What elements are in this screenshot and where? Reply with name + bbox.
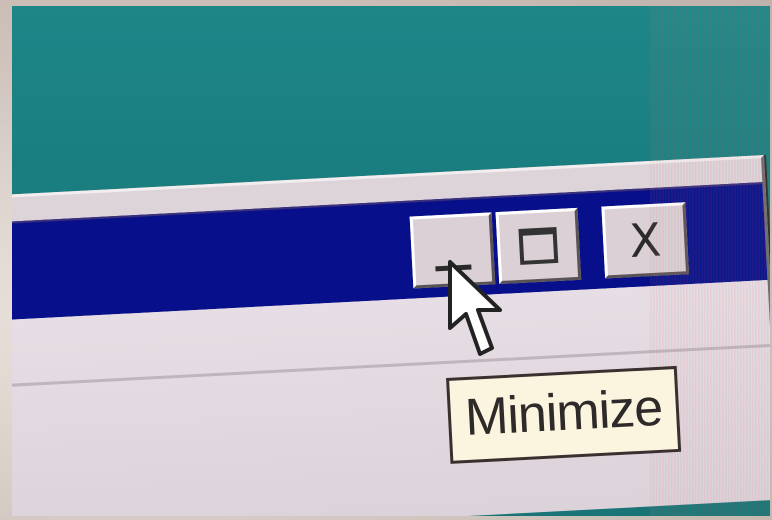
application-window: X xyxy=(12,155,770,516)
close-button[interactable]: X xyxy=(601,202,690,279)
arrow-cursor-icon xyxy=(448,260,502,356)
close-icon: X xyxy=(628,212,663,269)
minimize-tooltip: Minimize xyxy=(446,365,682,464)
maximize-icon xyxy=(518,226,559,265)
